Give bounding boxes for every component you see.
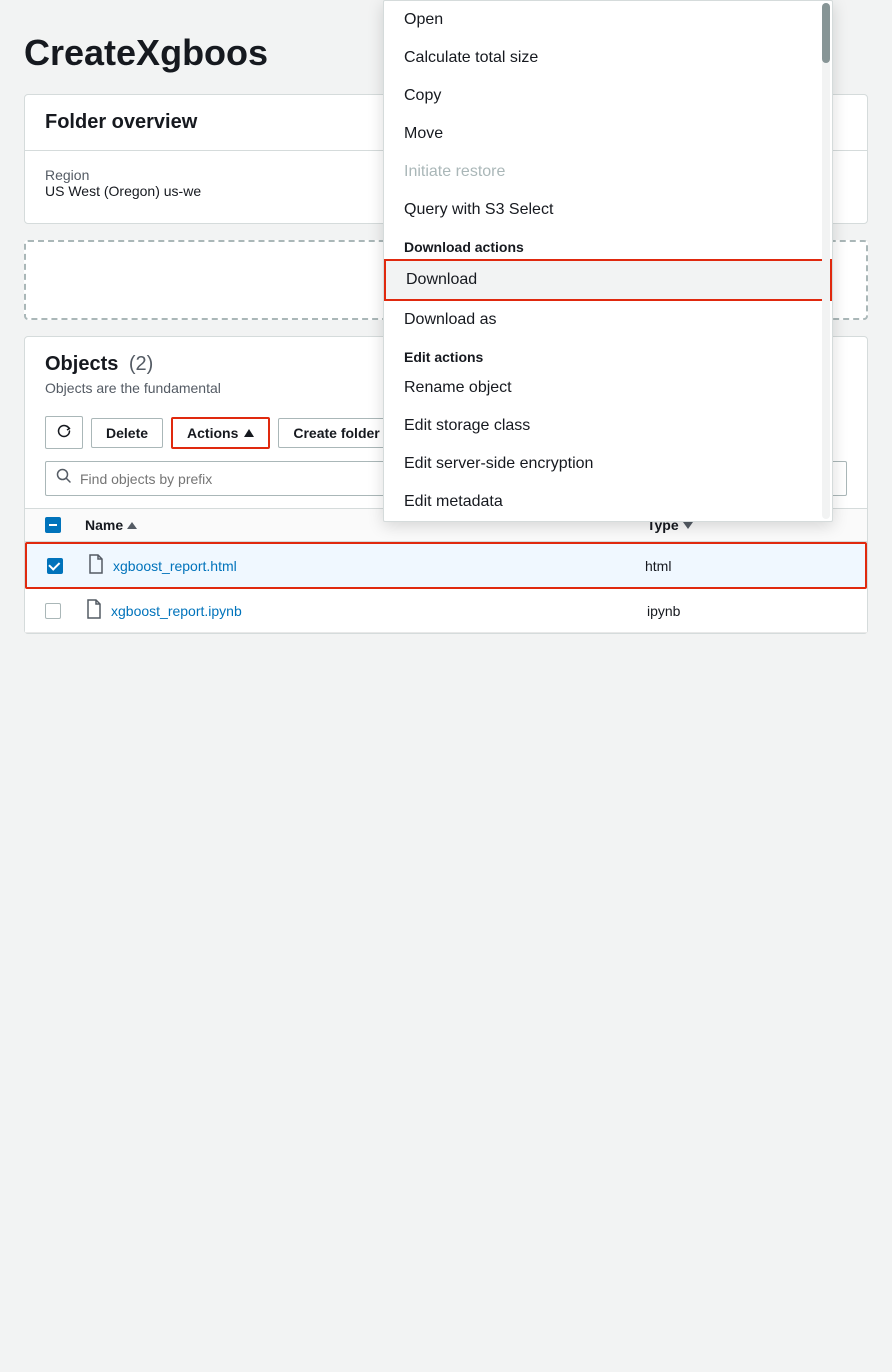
- actions-button[interactable]: Actions: [171, 417, 270, 449]
- menu-item-calculate-total-size[interactable]: Calculate total size: [384, 39, 832, 77]
- row-checkbox-cell-1[interactable]: [47, 558, 87, 574]
- menu-item-open[interactable]: Open: [384, 1, 832, 39]
- row-name-1[interactable]: xgboost_report.html: [87, 554, 645, 577]
- menu-item-edit-server-side-encryption[interactable]: Edit server-side encryption: [384, 445, 832, 483]
- search-icon: [56, 468, 72, 489]
- row-checkbox-2[interactable]: [45, 603, 61, 619]
- menu-item-edit-storage-class[interactable]: Edit storage class: [384, 407, 832, 445]
- scrollbar-track: [822, 3, 830, 519]
- row-type-1: html: [645, 558, 845, 574]
- refresh-button[interactable]: [45, 416, 83, 449]
- delete-button[interactable]: Delete: [91, 418, 163, 448]
- menu-item-download[interactable]: Download: [384, 259, 832, 301]
- file-link-2[interactable]: xgboost_report.ipynb: [111, 603, 242, 619]
- row-checkbox-1[interactable]: [47, 558, 63, 574]
- type-sort-icon: [683, 522, 693, 529]
- refresh-icon: [56, 423, 72, 442]
- create-folder-button[interactable]: Create folder: [278, 418, 394, 448]
- name-sort-icon: [127, 522, 137, 529]
- file-icon-2: [85, 599, 103, 622]
- section-edit-actions: Edit actions: [384, 339, 832, 369]
- scrollbar-thumb[interactable]: [822, 3, 830, 63]
- section-download-actions: Download actions: [384, 229, 832, 259]
- menu-item-edit-metadata[interactable]: Edit metadata: [384, 483, 832, 521]
- select-all-checkbox[interactable]: [45, 517, 61, 533]
- row-checkbox-cell-2[interactable]: [45, 603, 85, 619]
- menu-item-rename-object[interactable]: Rename object: [384, 369, 832, 407]
- row-type-2: ipynb: [647, 603, 847, 619]
- file-icon-1: [87, 554, 105, 577]
- actions-dropdown-icon: [244, 429, 254, 437]
- table-row[interactable]: xgboost_report.ipynb ipynb: [25, 589, 867, 633]
- file-link-1[interactable]: xgboost_report.html: [113, 558, 237, 574]
- menu-item-copy[interactable]: Copy: [384, 77, 832, 115]
- menu-item-download-as[interactable]: Download as: [384, 301, 832, 339]
- row-name-2[interactable]: xgboost_report.ipynb: [85, 599, 647, 622]
- table-row[interactable]: xgboost_report.html html: [25, 542, 867, 589]
- select-all-checkbox-cell[interactable]: [45, 517, 85, 533]
- menu-item-initiate-restore: Initiate restore: [384, 153, 832, 191]
- menu-item-query-s3-select[interactable]: Query with S3 Select: [384, 191, 832, 229]
- actions-dropdown-menu[interactable]: Open Calculate total size Copy Move Init…: [383, 0, 833, 522]
- menu-item-move[interactable]: Move: [384, 115, 832, 153]
